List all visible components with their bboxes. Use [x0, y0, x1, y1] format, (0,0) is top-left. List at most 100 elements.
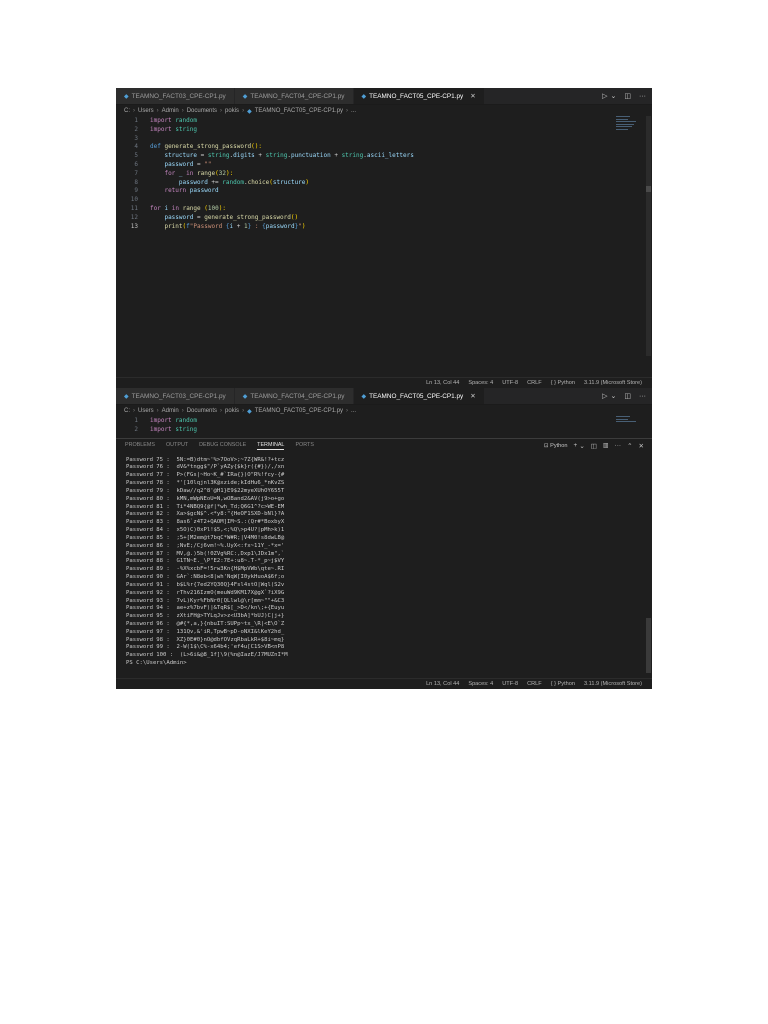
code-token: string: [175, 125, 197, 133]
terminal-line: Password 91 : b$L%r{7ed2YQ30Q}4Fsl4stO|W…: [126, 581, 285, 588]
breadcrumb-item[interactable]: Documents: [187, 408, 217, 414]
minimap[interactable]: [616, 416, 638, 432]
breadcrumb-item[interactable]: Users: [138, 108, 154, 114]
code-line[interactable]: 8 password += random.choice(structure): [116, 179, 652, 188]
code-line[interactable]: 3: [116, 135, 652, 144]
trash-icon[interactable]: ▥: [603, 442, 609, 449]
breadcrumb-symbol[interactable]: ...: [351, 108, 356, 114]
editor-tab-label: TEAMNO_FACT03_CPE-CP1.py: [131, 92, 226, 100]
line-ending[interactable]: CRLF: [527, 380, 542, 386]
editor-tab[interactable]: ◆ TEAMNO_FACT03_CPE-CP1.py: [116, 88, 235, 104]
breadcrumb: C: › Users › Admin › Documents › pokis › ◆ TEAMNO_F…: [116, 105, 652, 117]
code-line[interactable]: 11 for i in range (100):: [116, 205, 652, 214]
line-ending[interactable]: CRLF: [527, 681, 542, 687]
new-terminal-icon[interactable]: +: [574, 442, 578, 449]
split-editor-icon[interactable]: ◫: [624, 92, 631, 100]
editor-tab[interactable]: ◆ TEAMNO_FACT04_CPE-CP1.py: [234, 88, 354, 104]
code-text: return password: [150, 187, 218, 196]
code-editor[interactable]: 1 import random 2 import string 3 4 def genera…: [116, 117, 652, 231]
split-editor-icon[interactable]: ◫: [624, 392, 631, 400]
line-number: 10: [130, 196, 138, 204]
python-file-icon: ◆: [247, 408, 252, 415]
maximize-panel-icon[interactable]: ⌃: [627, 442, 632, 450]
code-line[interactable]: 13 print(f"Password {i + 1} : {password}…: [116, 223, 652, 232]
chevron-right-icon: ›: [242, 108, 245, 114]
terminal-line: Password 89 : -%X%xcbF=!5rw3Kn{H$MpVWb\q…: [126, 566, 285, 573]
interpreter[interactable]: 3.11.9 (Microsoft Store): [584, 380, 642, 386]
terminal-output[interactable]: Password 75 : 5N:=B)dtm~'%>7OoV>;~7Z{WR&…: [116, 453, 652, 668]
code-line[interactable]: 10: [116, 196, 652, 205]
cursor-position[interactable]: Ln 13, Col 44: [426, 380, 459, 386]
interpreter[interactable]: 3.11.9 (Microsoft Store): [584, 681, 642, 687]
encoding[interactable]: UTF-8: [502, 380, 518, 386]
more-actions-icon[interactable]: ···: [639, 393, 646, 400]
python-file-icon: ◆: [124, 393, 129, 400]
panel-tab[interactable]: PORTS: [295, 442, 313, 450]
close-panel-icon[interactable]: ✕: [639, 442, 644, 450]
breadcrumb-file[interactable]: TEAMNO_FACT05_CPE-CP1.py: [255, 408, 343, 414]
breadcrumb-item[interactable]: Users: [138, 408, 154, 414]
code-editor[interactable]: 1 import random 2 import string: [116, 417, 652, 435]
code-line[interactable]: 7 for _ in range(32):: [116, 170, 652, 179]
code-token: 32: [218, 169, 226, 177]
run-icon[interactable]: ▷: [602, 92, 607, 100]
breadcrumb-file[interactable]: TEAMNO_FACT05_CPE-CP1.py: [255, 108, 343, 114]
breadcrumb-item[interactable]: Documents: [187, 108, 217, 114]
panel-tab[interactable]: DEBUG CONSOLE: [199, 442, 246, 450]
run-menu-icon[interactable]: ⌄: [611, 92, 617, 100]
code-line[interactable]: 9 return password: [116, 187, 652, 196]
editor-tab-label: TEAMNO_FACT03_CPE-CP1.py: [131, 392, 226, 400]
editor-tab[interactable]: ◆ TEAMNO_FACT05_CPE-CP1.py ✕: [353, 388, 485, 404]
terminal-menu-icon[interactable]: ⌄: [579, 442, 584, 450]
split-terminal-icon[interactable]: ◫: [591, 442, 597, 450]
editor-tab[interactable]: ◆ TEAMNO_FACT05_CPE-CP1.py ✕: [353, 88, 485, 104]
panel-tab[interactable]: TERMINAL: [257, 442, 285, 450]
breadcrumb-item[interactable]: Admin: [162, 408, 179, 414]
code-line[interactable]: 6 password = "": [116, 161, 652, 170]
code-line[interactable]: 2 import string: [116, 126, 652, 135]
panel-tab[interactable]: PROBLEMS: [125, 442, 155, 450]
code-token: import: [150, 425, 172, 433]
breadcrumb-symbol[interactable]: ...: [351, 408, 356, 414]
language-mode[interactable]: { } Python: [551, 380, 575, 386]
run-icon[interactable]: ▷: [602, 392, 607, 400]
cursor-position[interactable]: Ln 13, Col 44: [426, 681, 459, 687]
breadcrumb-item[interactable]: pokis: [225, 108, 239, 114]
code-line[interactable]: 4 def generate_strong_password():: [116, 143, 652, 152]
code-token: range: [182, 204, 201, 212]
editor-tab-label: TEAMNO_FACT04_CPE-CP1.py: [250, 92, 345, 100]
indentation[interactable]: Spaces: 4: [468, 380, 493, 386]
code-line[interactable]: 5 structure = string.digits + string.pun…: [116, 152, 652, 161]
close-icon[interactable]: ✕: [470, 92, 475, 100]
code-text: import random: [150, 117, 197, 126]
language-mode[interactable]: { } Python: [551, 681, 575, 687]
line-number: 2: [134, 125, 138, 133]
panel-actions: ⊡ Python + ⌄ ◫ ▥ ··· ⌃ ✕: [544, 439, 644, 453]
editor-scrollbar[interactable]: [646, 116, 651, 356]
code-line[interactable]: 1 import random: [116, 117, 652, 126]
close-icon[interactable]: ✕: [470, 392, 475, 400]
panel-tab[interactable]: OUTPUT: [166, 442, 188, 450]
indentation[interactable]: Spaces: 4: [468, 681, 493, 687]
terminal-scrollbar[interactable]: [646, 618, 651, 673]
code-token: password: [164, 160, 194, 168]
terminal-line: Password 99 : 2-W(1$\C%-x64b4;'ef4u[C1S>…: [126, 644, 285, 651]
code-line[interactable]: 12 password = generate_strong_password(): [116, 214, 652, 223]
run-menu-icon[interactable]: ⌄: [611, 392, 617, 400]
line-number: 11: [130, 204, 138, 212]
more-actions-icon[interactable]: ···: [639, 93, 646, 100]
breadcrumb-item[interactable]: Admin: [162, 108, 179, 114]
more-actions-icon[interactable]: ···: [615, 442, 622, 449]
breadcrumb-item[interactable]: C:: [124, 108, 130, 114]
code-line[interactable]: 1 import random: [116, 417, 652, 426]
code-text: def generate_strong_password():: [150, 143, 262, 152]
minimap[interactable]: [616, 116, 638, 132]
terminal-shell-label[interactable]: ⊡ Python: [544, 443, 568, 449]
editor-tab[interactable]: ◆ TEAMNO_FACT03_CPE-CP1.py: [116, 388, 235, 404]
code-line[interactable]: 2 import string: [116, 426, 652, 435]
breadcrumb-item[interactable]: pokis: [225, 408, 239, 414]
encoding[interactable]: UTF-8: [502, 681, 518, 687]
editor-tab[interactable]: ◆ TEAMNO_FACT04_CPE-CP1.py: [234, 388, 354, 404]
breadcrumb-item[interactable]: C:: [124, 408, 130, 414]
